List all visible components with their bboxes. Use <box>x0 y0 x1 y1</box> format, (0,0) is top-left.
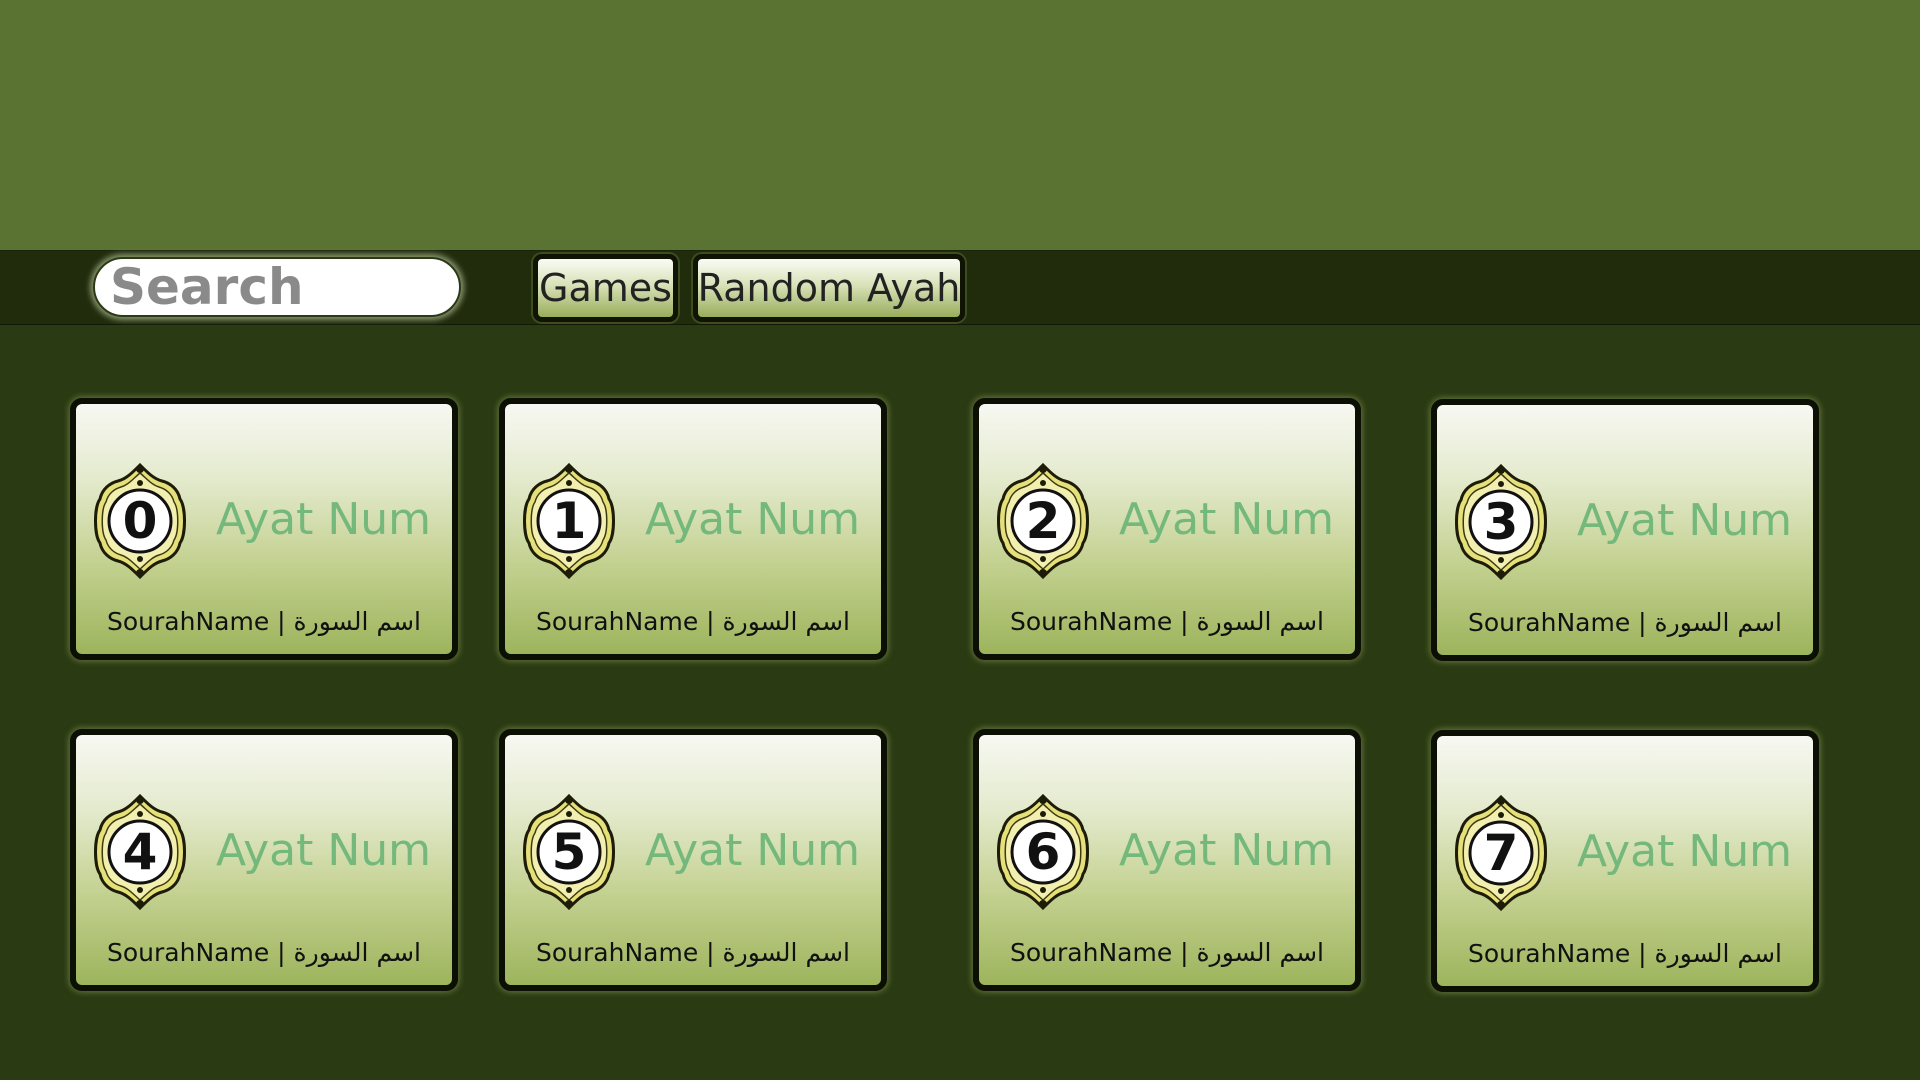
card-number: 3 <box>1483 493 1519 551</box>
ayat-num-label: Ayat Num <box>216 494 432 545</box>
sourah-card-5[interactable]: 5 Ayat Num SourahName | اسم السورة <box>499 729 887 991</box>
sourah-card-6[interactable]: 6 Ayat Num SourahName | اسم السورة <box>973 729 1361 991</box>
header-bar <box>0 0 1920 250</box>
ayat-num-label: Ayat Num <box>1119 825 1335 876</box>
sourah-name-label: SourahName | اسم السورة <box>1468 608 1782 637</box>
sourah-card-2[interactable]: 2 Ayat Num SourahName | اسم السورة <box>973 398 1361 660</box>
medallion-icon: 0 <box>92 459 188 583</box>
random-ayah-button[interactable]: Random Ayah <box>693 254 965 322</box>
sourah-card-3[interactable]: 3 Ayat Num SourahName | اسم السورة <box>1431 399 1819 661</box>
sourah-name-label: SourahName | اسم السورة <box>1010 607 1324 636</box>
search-input[interactable] <box>93 257 461 317</box>
medallion-icon: 5 <box>521 790 617 914</box>
games-button[interactable]: Games <box>533 254 678 322</box>
medallion-icon: 3 <box>1453 460 1549 584</box>
ayat-num-label: Ayat Num <box>216 825 432 876</box>
medallion-icon: 7 <box>1453 791 1549 915</box>
medallion-icon: 6 <box>995 790 1091 914</box>
card-number: 6 <box>1025 823 1061 881</box>
ayat-num-label: Ayat Num <box>1119 494 1335 545</box>
sourah-card-0[interactable]: 0 Ayat Num SourahName | اسم السورة <box>70 398 458 660</box>
sourah-name-label: SourahName | اسم السورة <box>1468 939 1782 968</box>
card-number: 2 <box>1025 492 1061 550</box>
card-number: 4 <box>122 823 158 881</box>
medallion-icon: 1 <box>521 459 617 583</box>
sourah-card-4[interactable]: 4 Ayat Num SourahName | اسم السورة <box>70 729 458 991</box>
card-number: 1 <box>551 492 587 550</box>
ayat-num-label: Ayat Num <box>1577 826 1793 877</box>
card-number: 7 <box>1483 824 1519 882</box>
ayat-num-label: Ayat Num <box>1577 495 1793 546</box>
medallion-icon: 4 <box>92 790 188 914</box>
sourah-name-label: SourahName | اسم السورة <box>107 938 421 967</box>
sourah-name-label: SourahName | اسم السورة <box>107 607 421 636</box>
sourah-card-7[interactable]: 7 Ayat Num SourahName | اسم السورة <box>1431 730 1819 992</box>
sourah-name-label: SourahName | اسم السورة <box>1010 938 1324 967</box>
sourah-name-label: SourahName | اسم السورة <box>536 938 850 967</box>
medallion-icon: 2 <box>995 459 1091 583</box>
card-number: 5 <box>551 823 587 881</box>
sourah-name-label: SourahName | اسم السورة <box>536 607 850 636</box>
ayat-num-label: Ayat Num <box>645 494 861 545</box>
ayat-num-label: Ayat Num <box>645 825 861 876</box>
card-number: 0 <box>122 492 158 550</box>
sourah-card-1[interactable]: 1 Ayat Num SourahName | اسم السورة <box>499 398 887 660</box>
